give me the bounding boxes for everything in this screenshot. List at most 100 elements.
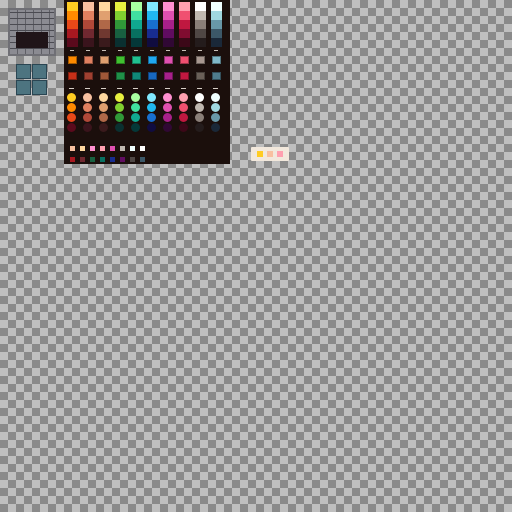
ramp-segment: [211, 2, 222, 11]
color-dot: [211, 113, 220, 122]
swatch: [68, 56, 77, 64]
color-dot: [131, 113, 140, 122]
color-dot: [115, 113, 124, 122]
ramp-segment: [131, 29, 142, 38]
swatch-tick: [70, 50, 74, 51]
color-dot: [83, 103, 92, 112]
ramp-segment: [195, 2, 206, 11]
ramp-segment: [131, 2, 142, 11]
color-dot: [99, 113, 108, 122]
dot-tick: [101, 88, 106, 89]
dot-tick: [149, 88, 154, 89]
ramp-segment: [147, 38, 158, 47]
swatch-tick: [166, 50, 170, 51]
color-dot: [163, 123, 172, 132]
color-dot: [179, 113, 188, 122]
ramp-segment: [179, 2, 190, 11]
color-dot: [67, 93, 76, 102]
color-dot: [211, 123, 220, 132]
ramp-segment: [147, 20, 158, 29]
swatch: [148, 56, 157, 64]
swatch: [84, 72, 93, 80]
ramp-segment: [115, 11, 126, 20]
ramp-segment: [67, 20, 78, 29]
ramp-segment: [147, 29, 158, 38]
swatch: [164, 56, 173, 64]
ramp-segment: [195, 29, 206, 38]
ramp-segment: [179, 29, 190, 38]
dot-tick: [69, 88, 74, 89]
color-dot: [99, 93, 108, 102]
swatch: [180, 72, 189, 80]
color-dot: [163, 103, 172, 112]
ramp-segment: [131, 20, 142, 29]
dot-tick: [181, 88, 186, 89]
ramp-segment: [115, 29, 126, 38]
color-dot: [211, 103, 220, 112]
swatch-tick: [150, 50, 154, 51]
color-dot: [163, 113, 172, 122]
color-dot: [131, 93, 140, 102]
swatch: [180, 56, 189, 64]
mini-swatch: [130, 157, 135, 162]
swatch: [68, 72, 77, 80]
swatch-tick: [102, 50, 106, 51]
ramp-segment: [211, 20, 222, 29]
swatch: [132, 72, 141, 80]
stone-wall-opening: [16, 32, 48, 48]
ramp-segment: [163, 2, 174, 11]
swatch-tick: [134, 50, 138, 51]
color-dot: [67, 103, 76, 112]
color-dot: [147, 113, 156, 122]
swatch: [212, 72, 221, 80]
swatch: [100, 56, 109, 64]
mini-swatch: [110, 157, 115, 162]
mini-swatch: [90, 146, 95, 151]
swatch: [84, 56, 93, 64]
color-dot: [179, 103, 188, 112]
color-dot: [83, 113, 92, 122]
color-dot: [195, 93, 204, 102]
ramp-segment: [83, 29, 94, 38]
color-dot: [67, 123, 76, 132]
teal-floor-tile-icon: [32, 80, 47, 95]
ramp-segment: [163, 20, 174, 29]
swatch: [148, 72, 157, 80]
swatch: [132, 56, 141, 64]
teal-floor-tile-icon: [16, 80, 31, 95]
ramp-segment: [99, 11, 110, 20]
color-dot: [195, 103, 204, 112]
color-dot: [67, 113, 76, 122]
mini-swatch: [130, 146, 135, 151]
swatch: [116, 56, 125, 64]
color-dot: [195, 123, 204, 132]
swatch: [116, 72, 125, 80]
teal-floor-tile-icon: [16, 64, 31, 79]
mini-swatch: [100, 146, 105, 151]
dot-tick: [213, 88, 218, 89]
palette-badge-icon: [251, 147, 289, 161]
color-dot: [179, 93, 188, 102]
badge-dot: [277, 151, 283, 157]
ramp-segment: [67, 2, 78, 11]
swatch: [164, 72, 173, 80]
color-dot: [99, 103, 108, 112]
ramp-segment: [83, 38, 94, 47]
mini-swatch: [120, 146, 125, 151]
swatch: [212, 56, 221, 64]
ramp-segment: [211, 38, 222, 47]
mini-swatch: [140, 157, 145, 162]
badge-dot: [257, 151, 263, 157]
swatch-tick: [118, 50, 122, 51]
ramp-segment: [211, 11, 222, 20]
ramp-segment: [99, 20, 110, 29]
ramp-segment: [147, 2, 158, 11]
badge-dot: [267, 151, 273, 157]
color-dot: [163, 93, 172, 102]
dot-tick: [85, 88, 90, 89]
ramp-segment: [179, 11, 190, 20]
sprite-sheet: [0, 0, 512, 512]
color-dot: [195, 113, 204, 122]
ramp-segment: [99, 29, 110, 38]
mini-swatch: [120, 157, 125, 162]
